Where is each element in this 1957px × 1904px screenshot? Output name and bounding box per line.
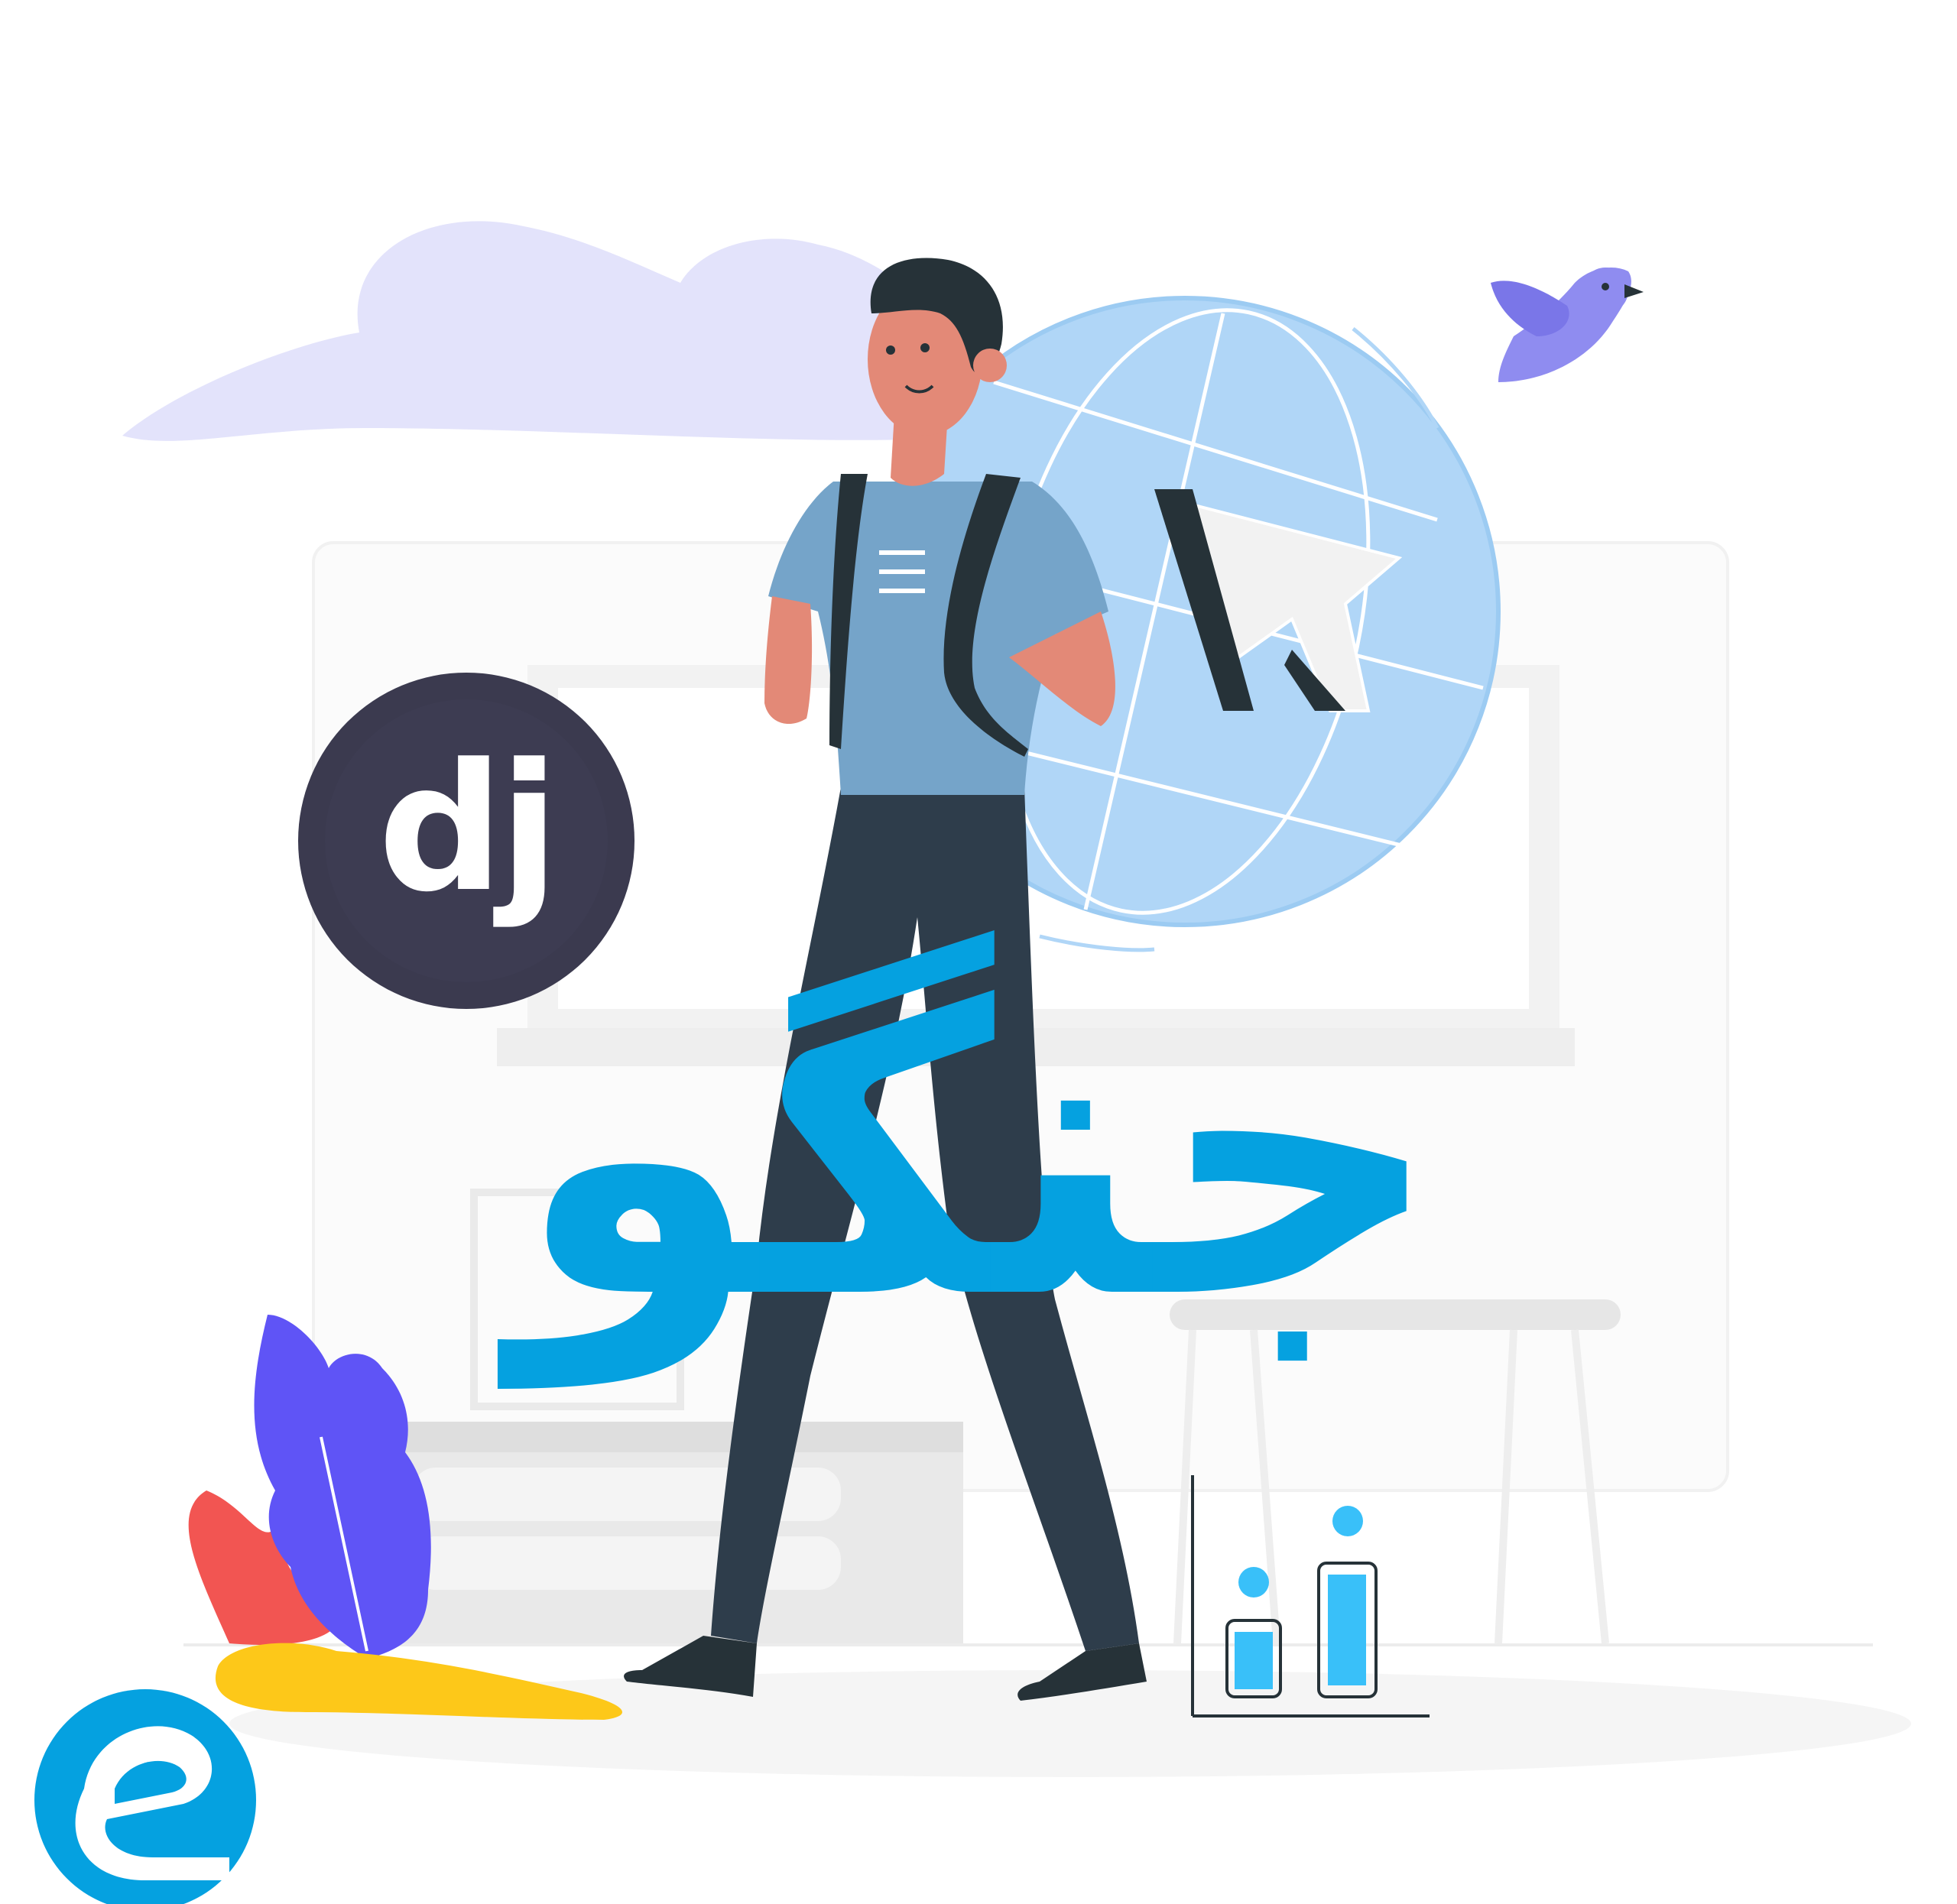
bird-icon: [1491, 268, 1644, 382]
brand-logo-icon: [34, 1689, 256, 1904]
cloud: [122, 221, 910, 441]
headline-title: جنگو: [514, 923, 1443, 1386]
